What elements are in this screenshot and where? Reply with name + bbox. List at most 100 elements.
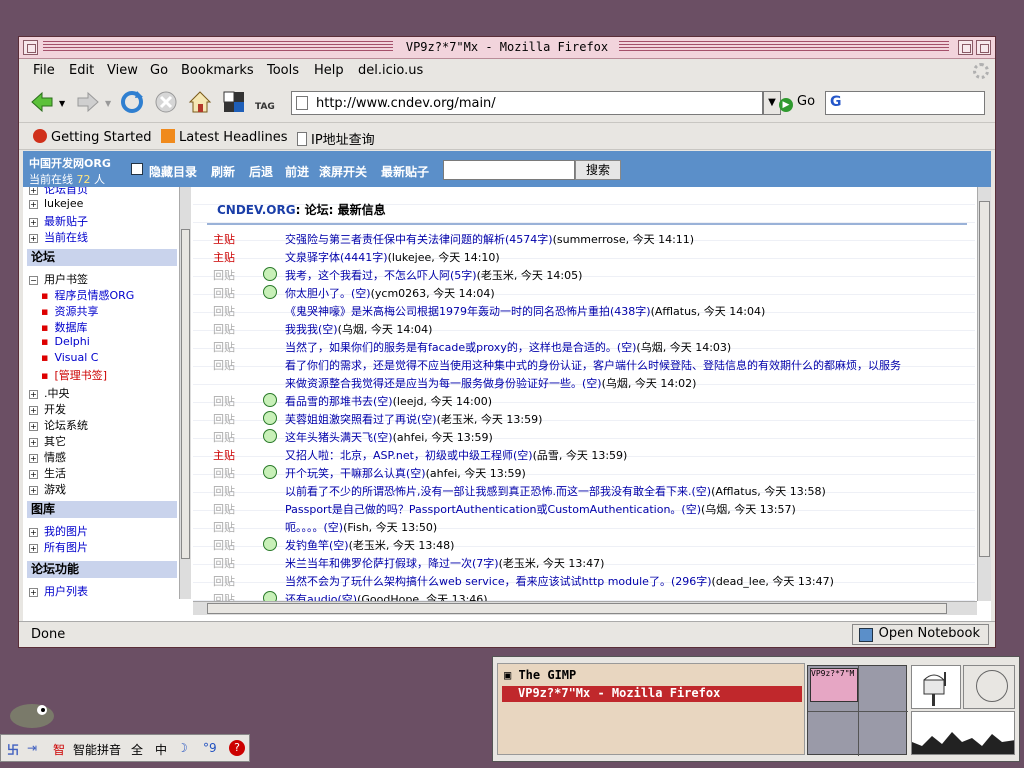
site-search-input[interactable]: [443, 160, 575, 180]
sidebar-item-latest-posts[interactable]: + 最新贴子: [29, 213, 88, 229]
sidebar-manage-tags[interactable]: ▪ [管理书签]: [41, 367, 107, 383]
bookmark-ip-lookup[interactable]: IP地址查询: [297, 129, 375, 148]
post-reply-tag: 回贴: [213, 557, 235, 570]
sidebar-item-online[interactable]: + 当前在线: [29, 229, 88, 245]
menu-tools[interactable]: Tools: [267, 63, 299, 78]
search-field[interactable]: G: [825, 91, 985, 115]
menu-edit[interactable]: Edit: [69, 63, 94, 78]
sidebar-forum-item[interactable]: + .中央: [29, 385, 70, 401]
post-title-link[interactable]: 这年头猪头满天飞(空)(ahfei, 今天 13:59): [285, 429, 493, 445]
sidebar-tag-item[interactable]: ▪ Visual C: [41, 351, 99, 364]
latest-posts-panel: CNDEV.ORG: 论坛: 最新信息 主贴 交强险与第三者责任保中有关法律问题的…: [193, 187, 975, 601]
site-search-button[interactable]: 搜索: [575, 160, 621, 180]
post-title-link[interactable]: 文泉驿字体(4441字)(lukejee, 今天 14:10): [285, 249, 500, 265]
post-title-link[interactable]: 我我我(空)(乌烟, 今天 14:04): [285, 321, 432, 337]
menu-file[interactable]: File: [33, 63, 55, 78]
back-dropdown-icon[interactable]: ▼: [59, 99, 65, 108]
bookmark-getting-started[interactable]: Getting Started: [33, 129, 152, 145]
sidebar-forum-item[interactable]: + 游戏: [29, 481, 66, 497]
main-scrollbar[interactable]: [977, 187, 991, 601]
tag-icon[interactable]: TAG: [255, 91, 279, 115]
sidebar-tag-item[interactable]: ▪ 资源共享: [41, 303, 98, 319]
workspace-1[interactable]: VP9z?*7"M: [810, 668, 858, 702]
bookmark-latest-headlines[interactable]: Latest Headlines: [161, 129, 288, 145]
post-title-link[interactable]: 发钓鱼竿(空)(老玉米, 今天 13:48): [285, 537, 454, 553]
post-title-link[interactable]: 当然不会为了玩什么架构搞什么web service，看来应该试试http mod…: [285, 573, 834, 589]
post-title-link[interactable]: 《鬼哭神嚎》是米高梅公司根据1979年轰动一时的同名恐怖片重拍(438字)(Af…: [285, 303, 765, 319]
sidebar-forum-item[interactable]: + 其它: [29, 433, 66, 449]
home-icon[interactable]: [187, 89, 213, 115]
nav-scroll-toggle[interactable]: 滚屏开关: [319, 163, 367, 180]
maximize-button[interactable]: [976, 40, 991, 55]
post-meta: (乌烟, 今天 14:03): [636, 341, 732, 354]
menu-go[interactable]: Go: [150, 63, 168, 78]
sidebar-tag-item[interactable]: ▪ 数据库: [41, 319, 87, 335]
help-icon[interactable]: ?: [229, 740, 245, 756]
menu-help[interactable]: Help: [314, 63, 344, 78]
url-field[interactable]: http://www.cndev.org/main/: [291, 91, 763, 115]
ime-switch-icon[interactable]: ⇥: [27, 741, 37, 755]
post-title-link[interactable]: 开个玩笑，干嘛那么认真(空)(ahfei, 今天 13:59): [285, 465, 526, 481]
ime-mode-icon[interactable]: 智: [53, 741, 65, 758]
post-title-link[interactable]: 看品雪的那堆书去(空)(leejd, 今天 14:00): [285, 393, 492, 409]
ime-logo-icon[interactable]: 卐: [7, 741, 19, 758]
ime-punct[interactable]: °9: [203, 741, 217, 755]
nav-back[interactable]: 后退: [249, 163, 273, 180]
ime-chinese[interactable]: 中: [155, 741, 167, 758]
post-title-link[interactable]: 交强险与第三者责任保中有关法律问题的解析(4574字)(summerrose, …: [285, 231, 694, 247]
window-list-item-gimp[interactable]: ▣ The GIMP: [504, 668, 576, 682]
menu-view[interactable]: View: [107, 63, 138, 78]
go-button[interactable]: ▶ Go: [779, 94, 815, 112]
sidebar-tag-item[interactable]: ▪ Delphi: [41, 335, 90, 348]
post-title-link[interactable]: 呃。。。。(空)(Fish, 今天 13:50): [285, 519, 437, 535]
horizontal-scrollbar[interactable]: [193, 601, 977, 615]
post-title-link[interactable]: 还有audio(空)(GoodHope, 今天 13:46): [285, 591, 488, 601]
ime-name[interactable]: 智能拼音: [73, 741, 121, 758]
post-title-link[interactable]: 以前看了不少的所谓恐怖片,没有一部让我感到真正恐怖.而这一部我没有敢全看下来.(…: [285, 483, 826, 499]
sidebar-item-forum-home[interactable]: + 论坛首页: [29, 187, 88, 197]
sidebar-item-user[interactable]: + lukejee: [29, 197, 83, 210]
ime-fullwidth[interactable]: 全: [131, 741, 143, 758]
sidebar-forum-item[interactable]: + 论坛系统: [29, 417, 88, 433]
post-title-link[interactable]: 芙蓉姐姐激突照看过了再说(空)(老玉米, 今天 13:59): [285, 411, 542, 427]
sidebar-item-user-tags[interactable]: − 用户书签: [29, 271, 88, 287]
workspace-pager[interactable]: VP9z?*7"M: [807, 665, 908, 756]
sidebar-item-all-images[interactable]: + 所有图片: [29, 539, 88, 555]
open-notebook-button[interactable]: Open Notebook: [851, 624, 989, 645]
sidebar-scrollbar[interactable]: [179, 187, 191, 599]
sidebar-item-user-list[interactable]: + 用户列表: [29, 583, 88, 599]
post-title-link[interactable]: 看了你们的需求，还是觉得不应当使用这种集中式的身份认证，客户端什么时候登陆、登陆…: [285, 357, 901, 373]
mailbox-icon[interactable]: [911, 665, 961, 709]
delicious-icon[interactable]: [221, 89, 247, 115]
nav-latest-posts[interactable]: 最新贴子: [381, 163, 429, 180]
window-list-item-firefox[interactable]: VP9z?*7"Mx - Mozilla Firefox: [502, 686, 802, 702]
post-title-link[interactable]: 来做资源整合我觉得还是应当为每一服务做身份验证好一些。(空)(乌烟, 今天 14…: [285, 375, 696, 391]
sidebar-tag-item[interactable]: ▪ 程序员情感ORG: [41, 287, 134, 303]
forward-arrow-icon[interactable]: [75, 89, 101, 115]
post-title-link[interactable]: 又招人啦：北京，ASP.net，初级或中级工程师(空)(品雪, 今天 13:59…: [285, 447, 627, 463]
post-reply-tag: 回贴: [213, 395, 235, 408]
stop-icon[interactable]: [153, 89, 179, 115]
sidebar-forum-item[interactable]: + 情感: [29, 449, 66, 465]
title-bar[interactable]: VP9z?*7"Mx - Mozilla Firefox: [19, 37, 995, 59]
nav-hide-directory[interactable]: 隐藏目录: [149, 163, 197, 180]
ime-moon-icon[interactable]: ☽: [177, 741, 188, 755]
sidebar-forum-item[interactable]: + 开发: [29, 401, 66, 417]
forward-dropdown-icon[interactable]: ▼: [105, 99, 111, 108]
reload-icon[interactable]: [119, 89, 145, 115]
menu-bookmarks[interactable]: Bookmarks: [181, 63, 254, 78]
nav-refresh[interactable]: 刷新: [211, 163, 235, 180]
post-title-link[interactable]: Passport是自己做的吗？PassportAuthentication或Cu…: [285, 501, 796, 517]
post-title-link[interactable]: 米兰当年和佛罗伦萨打假球，降过一次(7字)(老玉米, 今天 13:47): [285, 555, 604, 571]
back-arrow-icon[interactable]: [29, 89, 55, 115]
gimp-wilber-icon[interactable]: [6, 690, 58, 730]
menu-delicious[interactable]: del.icio.us: [358, 63, 423, 78]
post-title-link[interactable]: 你太胆小了。(空)(ycm0263, 今天 14:04): [285, 285, 495, 301]
sidebar-item-my-images[interactable]: + 我的图片: [29, 523, 88, 539]
post-title-link[interactable]: 我考，这个我看过，不怎么吓人阿(5字)(老玉米, 今天 14:05): [285, 267, 582, 283]
sidebar-forum-item[interactable]: + 生活: [29, 465, 66, 481]
post-title-link[interactable]: 当然了，如果你们的服务是有facade或proxy的，这样也是合适的。(空)(乌…: [285, 339, 731, 355]
nav-forward[interactable]: 前进: [285, 163, 309, 180]
post-meta: (Afflatus, 今天 13:58): [711, 485, 826, 498]
minimize-button[interactable]: [958, 40, 973, 55]
